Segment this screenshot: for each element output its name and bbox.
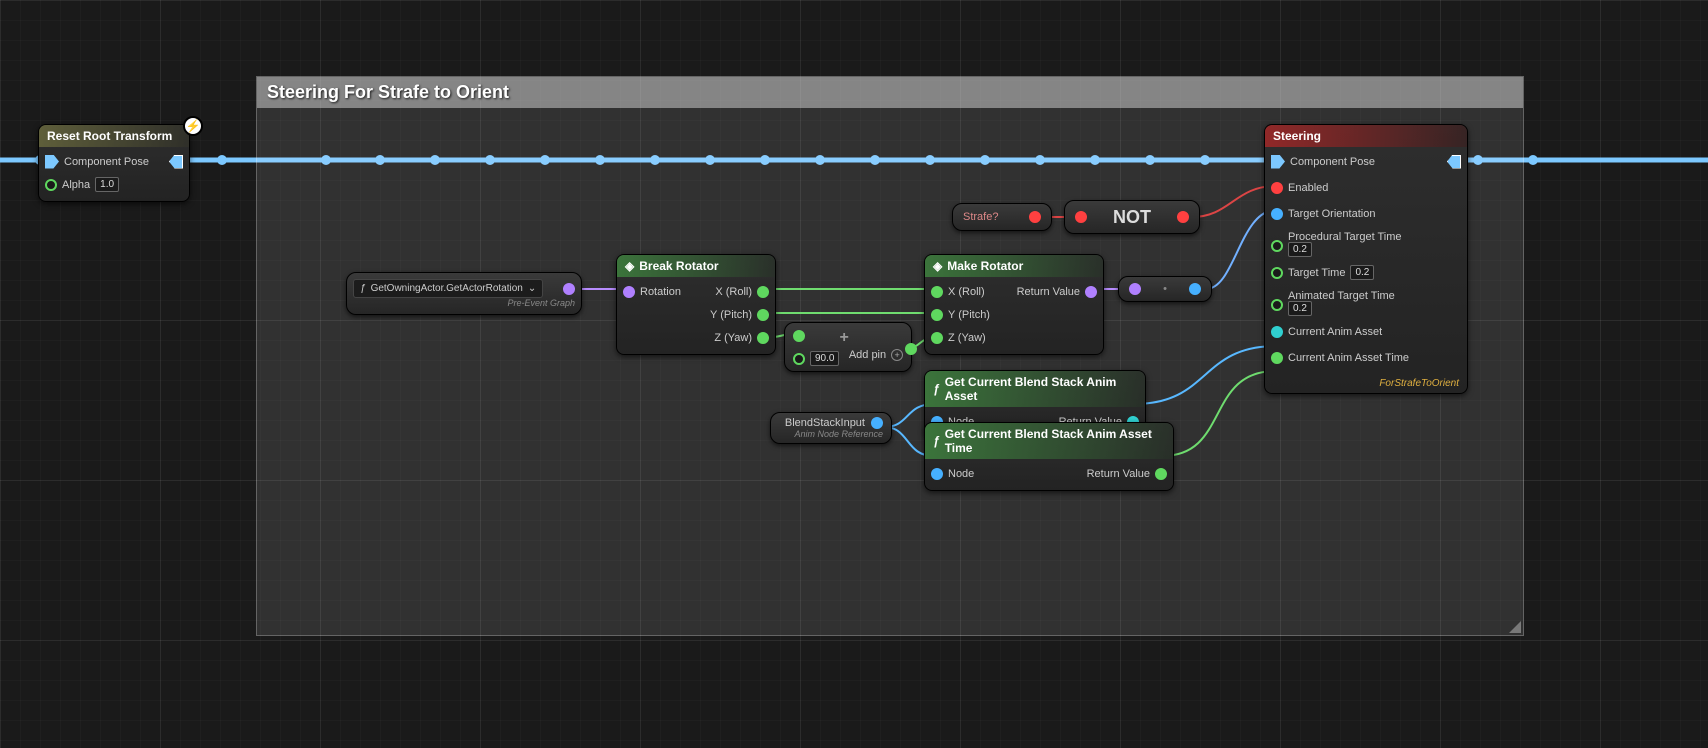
blend-subtext: Anim Node Reference [794,429,883,439]
pin-z-in[interactable] [931,332,943,344]
target-orientation-label: Target Orientation [1288,208,1375,220]
function-chip[interactable]: ƒ GetOwningActor.GetActorRotation ⌄ [353,279,543,298]
return-label: Return Value [1017,286,1080,298]
pin-x-out[interactable] [757,286,769,298]
pin-return-out[interactable] [1155,468,1167,480]
node-header[interactable]: ƒ Get Current Blend Stack Anim Asset Tim… [925,423,1173,459]
pin-rotation-in[interactable] [623,286,635,298]
pin-rotation-out[interactable] [563,283,575,295]
node-subtext: Pre-Event Graph [353,298,575,308]
pin-x-in[interactable] [931,286,943,298]
pin-alpha[interactable] [45,179,57,191]
pin-current-anim-asset[interactable] [1271,326,1283,338]
pose-in-icon[interactable] [45,155,59,169]
node-reset-root-transform[interactable]: Reset Root Transform Component Pose Alph… [38,124,190,202]
make-icon: ◈ [933,259,942,273]
node-get-anim-asset-time[interactable]: ƒ Get Current Blend Stack Anim Asset Tim… [924,422,1174,491]
fn-icon: ƒ [933,382,940,396]
pose-in-icon[interactable] [1271,155,1285,169]
add-pin-icon[interactable]: + [891,349,903,361]
fn-icon: ƒ [360,283,366,294]
return-label: Return Value [1087,468,1150,480]
pose-out-icon[interactable] [169,155,183,169]
pin-y-out[interactable] [757,309,769,321]
not-label: NOT [1113,207,1151,228]
pin-node-in[interactable] [931,468,943,480]
pin-anim-target-time[interactable] [1271,299,1283,311]
y-pitch-label: Y (Pitch) [710,309,752,321]
node-blend-stack-input[interactable]: BlendStackInput Anim Node Reference [770,412,892,444]
fn-label: GetOwningActor.GetActorRotation [371,283,523,294]
pin-target-orientation[interactable] [1271,208,1283,220]
pin-return-out[interactable] [1085,286,1097,298]
pin-add-out[interactable] [905,343,917,355]
pin-add-a[interactable] [793,330,805,342]
fastpath-icon: ⚡ [183,116,203,136]
node-break-rotator[interactable]: ◈ Break Rotator Rotation X (Roll) Y (Pit… [616,254,776,355]
resize-handle-icon[interactable] [1503,615,1521,633]
component-pose-label: Component Pose [64,156,149,168]
node-make-rotator[interactable]: ◈ Make Rotator X (Roll) Y (Pitch) Z (Yaw… [924,254,1104,355]
node-add-float[interactable]: 90.0 + Add pin + [784,322,912,372]
node-title: Get Current Blend Stack Anim Asset Time [945,427,1165,455]
y-pitch-label: Y (Pitch) [948,309,990,321]
node-get-actor-rotation[interactable]: ƒ GetOwningActor.GetActorRotation ⌄ Pre-… [346,272,582,315]
node-steering[interactable]: Steering Component Pose Enabled Target O… [1264,124,1468,394]
pin-proc-target-time[interactable] [1271,240,1283,252]
rotation-label: Rotation [640,286,681,298]
node-not[interactable]: NOT [1064,200,1200,234]
node-strafe-var[interactable]: Strafe? [952,203,1052,231]
chevron-down-icon[interactable]: ⌄ [528,283,536,294]
node-reroute[interactable]: • [1118,276,1212,302]
pose-label: Component Pose [1290,156,1375,168]
z-yaw-label: Z (Yaw) [714,332,752,344]
anim-target-time-value[interactable]: 0.2 [1288,301,1312,316]
node-title: Get Current Blend Stack Anim Asset [945,375,1137,403]
blend-title: BlendStackInput [785,417,865,429]
current-anim-asset-label: Current Anim Asset [1288,326,1382,338]
pose-out-icon[interactable] [1447,155,1461,169]
node-title: Reset Root Transform [47,129,172,143]
node-title: Make Rotator [947,259,1023,273]
pin-z-out[interactable] [757,332,769,344]
node-header[interactable]: ◈ Make Rotator [925,255,1103,277]
alpha-value[interactable]: 1.0 [95,177,119,192]
break-icon: ◈ [625,259,634,273]
fn-icon: ƒ [933,434,940,448]
dot-icon: • [1163,283,1167,295]
pin-strafe-out[interactable] [1029,211,1041,223]
pin-blend-out[interactable] [871,417,883,429]
target-time-label: Target Time [1288,267,1345,279]
node-header[interactable]: ◈ Break Rotator [617,255,775,277]
comment-title[interactable]: Steering For Strafe to Orient [257,77,1523,108]
pin-y-in[interactable] [931,309,943,321]
pin-not-in[interactable] [1075,211,1087,223]
target-time-value[interactable]: 0.2 [1350,265,1374,280]
strafe-label: Strafe? [963,211,998,223]
node-label: Node [948,468,974,480]
pin-reroute-out[interactable] [1189,283,1201,295]
alpha-label: Alpha [62,179,90,191]
node-header[interactable]: Steering [1265,125,1467,147]
z-yaw-label: Z (Yaw) [948,332,986,344]
node-tag: ForStrafeToOrient [1265,374,1467,393]
pin-target-time[interactable] [1271,267,1283,279]
node-title: Steering [1273,129,1321,143]
node-header[interactable]: ƒ Get Current Blend Stack Anim Asset [925,371,1145,407]
pin-not-out[interactable] [1177,211,1189,223]
plus-icon: + [839,329,848,347]
add-b-value[interactable]: 90.0 [810,351,839,366]
pin-add-b[interactable] [793,353,805,365]
pin-enabled[interactable] [1271,182,1283,194]
x-roll-label: X (Roll) [715,286,752,298]
pin-current-anim-asset-time[interactable] [1271,352,1283,364]
add-pin-label: Add pin [849,349,886,361]
x-roll-label: X (Roll) [948,286,985,298]
pin-reroute-in[interactable] [1129,283,1141,295]
node-header[interactable]: Reset Root Transform [39,125,189,147]
node-title: Break Rotator [639,259,718,273]
proc-target-time-value[interactable]: 0.2 [1288,242,1312,257]
enabled-label: Enabled [1288,182,1328,194]
current-anim-asset-time-label: Current Anim Asset Time [1288,352,1409,364]
